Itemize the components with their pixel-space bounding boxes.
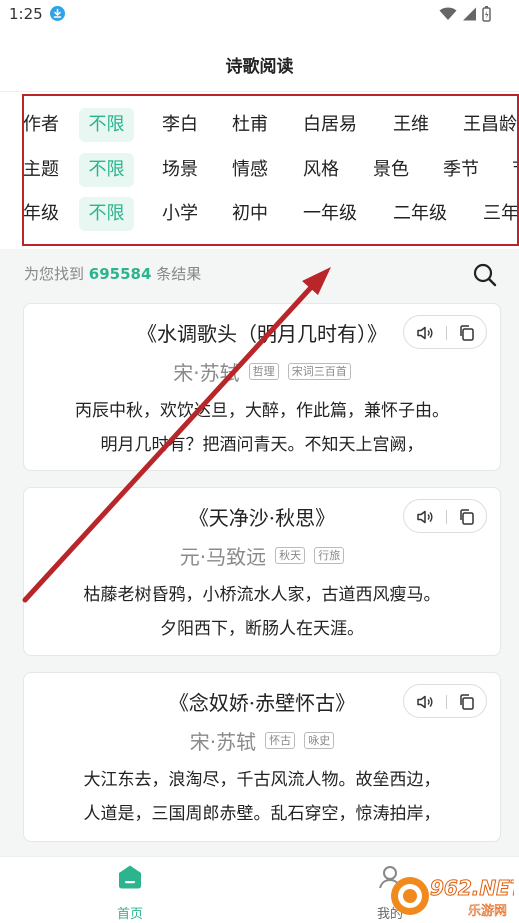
poem-meta: 宋·苏轼 哲理 宋词三百首 <box>24 357 500 386</box>
poem-author[interactable]: 元·马致远 <box>180 545 266 569</box>
poem-line: 夕阳西下，断肠人在天涯。 <box>160 619 364 639</box>
filter-option-grade-2[interactable]: 二年级 <box>393 197 447 231</box>
site-watermark-logo: 962.NET 乐游网 <box>391 876 514 919</box>
actions-divider <box>446 695 447 709</box>
filter-option-theme-scene[interactable]: 场景 <box>162 153 198 187</box>
poem-line: 丙辰中秋，欢饮达旦，大醉，作此篇，兼怀子由。 <box>75 401 449 421</box>
copy-icon[interactable] <box>458 508 476 526</box>
filter-option-theme-scenery[interactable]: 景色 <box>373 153 409 187</box>
card-actions <box>403 499 487 533</box>
result-count: 695584 <box>88 265 152 283</box>
actions-divider <box>446 326 447 340</box>
result-prefix: 为您找到 <box>24 265 85 283</box>
speaker-icon[interactable] <box>416 508 434 526</box>
filter-option-grade-junior[interactable]: 初中 <box>232 197 268 231</box>
poem-line: 大江东去，浪淘尽，千古风流人物。故垒西边， <box>83 770 441 790</box>
filter-option-theme-festival[interactable]: 节 <box>512 153 519 187</box>
filter-option-author-wangwei[interactable]: 王维 <box>393 108 429 142</box>
poem-card[interactable]: 《水调歌头（明月几时有）》 宋·苏轼 哲理 宋词三百首 丙辰中秋，欢饮达旦，大醉… <box>23 303 501 471</box>
filter-option-author-wangchangling[interactable]: 王昌龄 <box>463 108 517 142</box>
poem-card[interactable]: 《天净沙·秋思》 元·马致远 秋天 行旅 枯藤老树昏鸦，小桥流水人家，古道西风瘦… <box>23 487 501 656</box>
nav-home[interactable]: 首页 <box>100 864 160 922</box>
poem-line: 枯藤老树昏鸦，小桥流水人家，古道西风瘦马。 <box>83 585 441 605</box>
download-icon <box>50 6 65 21</box>
result-suffix: 条结果 <box>156 265 202 283</box>
filter-option-grade-any[interactable]: 不限 <box>79 197 134 231</box>
filter-option-author-libai[interactable]: 李白 <box>162 108 198 142</box>
signal-icon <box>463 7 476 21</box>
filter-option-theme-style[interactable]: 风格 <box>303 153 339 187</box>
home-icon <box>119 865 141 889</box>
search-button[interactable] <box>472 262 498 288</box>
filter-option-grade-1[interactable]: 一年级 <box>303 197 357 231</box>
poem-tag[interactable]: 秋天 <box>275 547 306 564</box>
result-summary: 为您找到 695584 条结果 <box>24 263 201 284</box>
nav-home-label: 首页 <box>116 907 143 922</box>
speaker-icon[interactable] <box>416 324 434 342</box>
search-icon <box>473 263 497 287</box>
actions-divider <box>446 510 447 524</box>
filter-label-grade: 年级 <box>23 203 59 224</box>
card-actions <box>403 684 487 718</box>
filter-option-author-dufu[interactable]: 杜甫 <box>232 108 268 142</box>
filter-option-theme-emotion[interactable]: 情感 <box>232 153 268 187</box>
copy-icon[interactable] <box>458 693 476 711</box>
speaker-icon[interactable] <box>416 693 434 711</box>
app-header: 诗歌阅读 <box>0 30 519 92</box>
system-icons <box>439 6 491 22</box>
poem-tag[interactable]: 咏史 <box>304 732 335 749</box>
filter-panel: 作者 不限 李白 杜甫 白居易 王维 王昌龄 主题 不限 场景 情感 风格 景色… <box>0 92 519 249</box>
poem-tag[interactable]: 宋词三百首 <box>287 363 351 380</box>
wifi-icon <box>439 7 457 20</box>
filter-option-grade-3[interactable]: 三年 <box>483 197 519 231</box>
filter-option-theme-any[interactable]: 不限 <box>79 153 134 187</box>
poem-meta: 元·马致远 秋天 行旅 <box>24 541 500 570</box>
filter-label-theme: 主题 <box>23 159 59 180</box>
filter-option-author-baijuyi[interactable]: 白居易 <box>303 108 357 142</box>
filter-option-author-any[interactable]: 不限 <box>79 108 134 142</box>
copy-icon[interactable] <box>458 324 476 342</box>
page-title: 诗歌阅读 <box>225 57 294 77</box>
poem-meta: 宋·苏轼 怀古 咏史 <box>24 726 500 755</box>
filter-option-grade-primary[interactable]: 小学 <box>162 197 198 231</box>
filter-option-theme-season[interactable]: 季节 <box>443 153 479 187</box>
poem-author[interactable]: 宋·苏轼 <box>190 730 256 754</box>
card-actions <box>403 315 487 349</box>
watermark-brand: 962.NET <box>430 876 514 900</box>
poem-line: 人道是，三国周郎赤壁。乱石穿空，惊涛拍岸， <box>83 804 441 824</box>
battery-icon <box>482 6 491 22</box>
watermark-sub: 乐游网 <box>468 904 507 919</box>
status-time: 1:25 <box>9 5 43 23</box>
status-bar: 1:25 <box>0 0 519 30</box>
poem-tag[interactable]: 哲理 <box>248 363 279 380</box>
poem-tag[interactable]: 行旅 <box>314 547 345 564</box>
poem-tag[interactable]: 怀古 <box>265 732 296 749</box>
filter-label-author: 作者 <box>23 114 59 135</box>
poem-line: 明月几时有？把酒问青天。不知天上宫阙， <box>100 435 424 455</box>
poem-author[interactable]: 宋·苏轼 <box>173 361 239 385</box>
poem-card[interactable]: 《念奴娇·赤壁怀古》 宋·苏轼 怀古 咏史 大江东去，浪淘尽，千古风流人物。故垒… <box>23 672 501 842</box>
